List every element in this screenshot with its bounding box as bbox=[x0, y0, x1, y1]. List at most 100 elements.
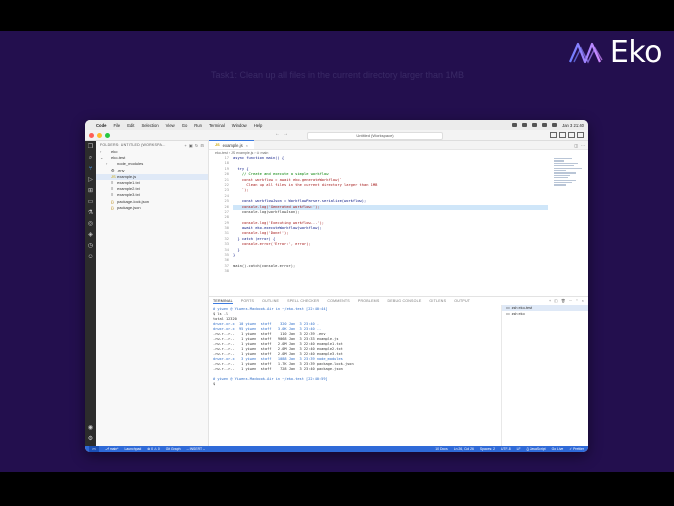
refresh-icon[interactable]: ↻ bbox=[195, 143, 199, 148]
eko-wave-icon bbox=[568, 42, 603, 64]
menu-app-name[interactable]: Code bbox=[96, 123, 106, 128]
panel-tab-spell-checker[interactable]: SPELL CHECKER bbox=[287, 299, 319, 303]
activity-bar: ❐ ⌕ ⑂ ▷ ⊞ ▭ ⚗ ◎ ◈ ◷ ☺ ◉ ⚙ bbox=[85, 141, 96, 446]
explorer-icon[interactable]: ❐ bbox=[88, 144, 94, 150]
search-icon[interactable] bbox=[542, 123, 548, 127]
terminal-line: $ bbox=[213, 382, 218, 386]
menu-terminal[interactable]: Terminal bbox=[209, 123, 225, 128]
panel-tab-comments[interactable]: COMMENTS bbox=[327, 299, 350, 303]
status-item[interactable]: Go Live bbox=[552, 447, 564, 451]
panel-tab-ports[interactable]: PORTS bbox=[241, 299, 254, 303]
minimap[interactable] bbox=[554, 158, 584, 188]
remote-indicator-icon[interactable]: >< bbox=[89, 446, 99, 452]
control-center-icon[interactable] bbox=[552, 123, 558, 127]
terminal-instance[interactable]: ▭ zsh eko bbox=[502, 311, 588, 317]
panel-tab-gitlens[interactable]: GITLENS bbox=[429, 299, 446, 303]
more-actions-icon[interactable]: ⋯ bbox=[581, 143, 585, 148]
docker-icon[interactable]: ◈ bbox=[88, 232, 94, 238]
minimize-window-button[interactable] bbox=[97, 132, 102, 138]
menu-go[interactable]: Go bbox=[182, 123, 188, 128]
explorer-actions: + ▣ ↻ ⊟ bbox=[184, 143, 204, 148]
kill-terminal-icon[interactable]: 🗑 bbox=[561, 299, 566, 303]
menu-window[interactable]: Window bbox=[232, 123, 247, 128]
status-item[interactable]: Launchpad bbox=[125, 447, 142, 451]
nav-arrows[interactable]: ←→ bbox=[275, 131, 291, 137]
status-item[interactable]: UTF-8 bbox=[501, 447, 511, 451]
panel-tab-outline[interactable]: OUTLINE bbox=[262, 299, 279, 303]
status-right: 10 Docs Ln 26, Col 26 Spaces: 2 UTF-8 LF {} J… bbox=[435, 447, 584, 451]
status-item[interactable]: ⊗ 0 ⚠ 0 bbox=[147, 447, 159, 451]
menu-run[interactable]: Run bbox=[194, 123, 202, 128]
close-tab-icon[interactable]: × bbox=[246, 143, 248, 148]
menu-selection[interactable]: Selection bbox=[141, 123, 158, 128]
copilot-icon[interactable]: ☺ bbox=[88, 254, 94, 260]
zoom-window-button[interactable] bbox=[105, 132, 110, 138]
close-window-button[interactable] bbox=[89, 132, 94, 138]
close-panel-icon[interactable]: × bbox=[582, 299, 584, 303]
code-editor[interactable]: 17 18 19 20 21 22 23 24 25 26 27 28 29 30 31 32 33 34 35 36… bbox=[209, 156, 588, 289]
bottom-panel: TERMINAL PORTS OUTLINE SPELL CHECKER COMMENT… bbox=[209, 296, 588, 446]
more-icon[interactable]: ⋯ bbox=[569, 299, 573, 303]
editor-actions: ◫ ⋯ bbox=[574, 143, 588, 148]
remote-explorer-icon[interactable]: ▭ bbox=[88, 199, 94, 205]
toggle-sidebar-icon[interactable] bbox=[550, 132, 557, 138]
menu-help[interactable]: Help bbox=[254, 123, 263, 128]
panel-tab-terminal[interactable]: TERMINAL bbox=[213, 299, 233, 304]
file-type-icon: {} bbox=[111, 204, 114, 210]
testing-icon[interactable]: ⚗ bbox=[88, 210, 94, 216]
status-item[interactable]: {} JavaScript bbox=[527, 447, 546, 451]
explorer-title: FOLDERS: UNTITLED (WORKSPA... bbox=[100, 143, 166, 147]
wifi-icon[interactable] bbox=[532, 123, 538, 127]
javascript-file-icon: JS bbox=[215, 143, 220, 147]
tab-example-js[interactable]: JS example.js × bbox=[209, 140, 255, 149]
panel-tab-output[interactable]: OUTPUT bbox=[454, 299, 470, 303]
panel-tab-debug-console[interactable]: DEBUG CONSOLE bbox=[387, 299, 421, 303]
toggle-secondary-sidebar-icon[interactable] bbox=[568, 132, 575, 138]
terminal-output[interactable]: # yiwen @ Yiwens-Macbook-Air in ~/eko-te… bbox=[213, 307, 498, 446]
menu-edit[interactable]: Edit bbox=[127, 123, 134, 128]
timeline-icon[interactable]: ◷ bbox=[88, 243, 94, 249]
battery-icon[interactable] bbox=[522, 123, 528, 127]
collapse-all-icon[interactable]: ⊟ bbox=[200, 143, 204, 148]
task-caption: Task1: Clean up all files in the current… bbox=[210, 70, 465, 80]
split-terminal-icon[interactable]: ◫ bbox=[554, 299, 558, 303]
maximize-panel-icon[interactable]: ⌃ bbox=[575, 299, 578, 303]
terminal-instance-label: zsh eko bbox=[511, 312, 525, 316]
new-folder-icon[interactable]: ▣ bbox=[189, 143, 193, 148]
menu-view[interactable]: View bbox=[166, 123, 175, 128]
panel-tab-problems[interactable]: PROBLEMS bbox=[358, 299, 380, 303]
menubar-clock[interactable]: Jan 3 21:40 bbox=[562, 123, 584, 128]
status-item[interactable]: LF bbox=[517, 447, 521, 451]
account-icon[interactable]: ◉ bbox=[88, 425, 94, 431]
terminal-icon: ▭ bbox=[506, 312, 510, 316]
layout-controls bbox=[550, 132, 584, 138]
status-item[interactable]: ✓ Prettier bbox=[569, 447, 584, 451]
command-center[interactable]: Untitled (Workspace) bbox=[307, 131, 443, 140]
new-terminal-icon[interactable]: + bbox=[549, 299, 551, 303]
code-text[interactable]: async function main() { try { // Create … bbox=[233, 156, 548, 275]
tree-item[interactable]: {} package.json bbox=[96, 205, 208, 211]
customize-layout-icon[interactable] bbox=[577, 132, 584, 138]
run-debug-icon[interactable]: ▷ bbox=[88, 177, 94, 183]
status-item[interactable]: Git Graph bbox=[166, 447, 181, 451]
code-line[interactable] bbox=[233, 269, 548, 274]
status-item[interactable]: Spaces: 2 bbox=[480, 447, 495, 451]
new-file-icon[interactable]: + bbox=[184, 143, 187, 148]
extensions-icon[interactable]: ⊞ bbox=[88, 188, 94, 194]
source-control-icon[interactable]: ⑂ bbox=[88, 166, 94, 172]
toggle-panel-icon[interactable] bbox=[559, 132, 566, 138]
activity-bar-bottom: ◉ ⚙ bbox=[88, 425, 94, 442]
line-numbers: 17 18 19 20 21 22 23 24 25 26 27 28 29 30 31 32 33 34 35 36… bbox=[209, 156, 229, 275]
settings-gear-icon[interactable]: ⚙ bbox=[88, 436, 94, 442]
status-item[interactable]: ⎇ main* bbox=[105, 447, 119, 451]
chevron-icon: ⌄ bbox=[100, 155, 104, 161]
gitlens-icon[interactable]: ◎ bbox=[88, 221, 94, 227]
search-icon[interactable]: ⌕ bbox=[88, 155, 94, 161]
record-icon[interactable] bbox=[512, 123, 518, 127]
status-item[interactable]: 10 Docs bbox=[435, 447, 447, 451]
tree-item-label: package.json bbox=[117, 204, 141, 210]
status-item[interactable]: -- INSERT -- bbox=[186, 447, 205, 451]
split-editor-icon[interactable]: ◫ bbox=[574, 143, 578, 148]
status-item[interactable]: Ln 26, Col 26 bbox=[454, 447, 474, 451]
menu-file[interactable]: File bbox=[113, 123, 120, 128]
